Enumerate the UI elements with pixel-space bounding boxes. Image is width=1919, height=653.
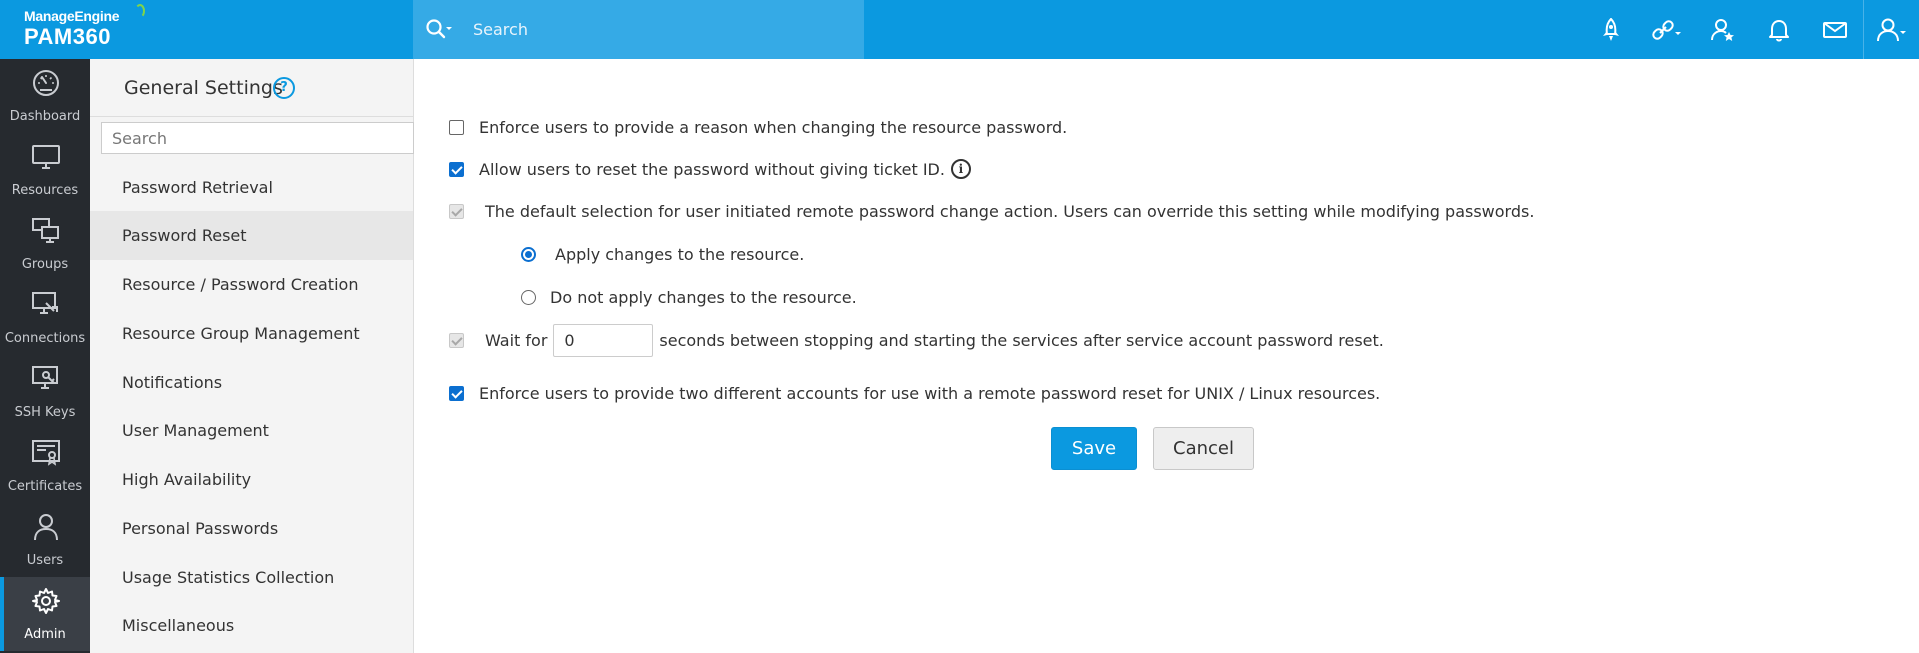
connections-icon	[32, 292, 58, 314]
apply-changes-radio[interactable]	[521, 246, 536, 262]
settings-item-resource-password-creation[interactable]: Resource / Password Creation	[90, 260, 413, 309]
ticket-checkbox[interactable]	[449, 161, 464, 177]
option-ticket-row: Allow users to reset the password withou…	[449, 157, 971, 181]
settings-item-user-management[interactable]: User Management	[90, 406, 413, 455]
settings-search-input[interactable]	[101, 122, 414, 154]
user-dropdown-icon[interactable]	[1863, 0, 1919, 59]
mail-icon[interactable]	[1807, 0, 1863, 59]
nav-groups[interactable]: Groups	[0, 207, 90, 281]
wait-suffix: seconds between stopping and starting th…	[659, 331, 1384, 350]
option-reason-row: Enforce users to provide a reason when c…	[449, 116, 1067, 138]
rocket-icon[interactable]	[1583, 0, 1639, 59]
settings-sidebar: General Settings ? Password Retrieval Pa…	[90, 59, 414, 653]
product-name: PAM360	[24, 24, 111, 49]
search-icon[interactable]	[425, 18, 452, 40]
two-accounts-checkbox[interactable]	[449, 385, 464, 401]
reason-label: Enforce users to provide a reason when c…	[479, 117, 1068, 137]
settings-item-password-reset[interactable]: Password Reset	[90, 211, 413, 260]
dashboard-icon	[33, 70, 59, 96]
logo[interactable]: ManageEngine PAM360	[0, 0, 145, 59]
nav-connections[interactable]: Connections	[0, 281, 90, 355]
settings-item-usage-statistics[interactable]: Usage Statistics Collection	[90, 553, 413, 602]
nav-label: Certificates	[7, 479, 83, 494]
nav-certificates[interactable]: Certificates	[0, 429, 90, 503]
left-nav: Dashboard Resources Groups Connections S…	[0, 59, 90, 653]
reason-checkbox[interactable]	[449, 119, 464, 135]
user-icon	[34, 514, 58, 541]
default-selection-checkbox	[449, 203, 464, 219]
settings-item-personal-passwords[interactable]: Personal Passwords	[90, 504, 413, 553]
option-wait-row: Wait for seconds between stopping and st…	[449, 323, 1384, 358]
wait-checkbox	[449, 333, 464, 348]
nav-resources[interactable]: Resources	[0, 133, 90, 207]
monitor-icon	[32, 145, 60, 169]
info-icon[interactable]: i	[950, 159, 971, 179]
nav-label: Connections	[4, 331, 86, 346]
cancel-button[interactable]: Cancel	[1153, 427, 1254, 470]
save-button[interactable]: Save	[1051, 427, 1137, 470]
do-not-apply-radio[interactable]	[521, 289, 536, 305]
nav-label: Resources	[11, 183, 79, 198]
user-star-icon[interactable]	[1695, 0, 1751, 59]
settings-title: General Settings	[124, 77, 283, 99]
two-accounts-label: Enforce users to provide two different a…	[479, 383, 1381, 403]
header-icons	[1583, 0, 1919, 59]
settings-item-password-retrieval[interactable]: Password Retrieval	[90, 163, 413, 212]
groups-icon	[32, 218, 59, 243]
global-search	[413, 0, 864, 59]
help-icon[interactable]: ?	[273, 77, 295, 99]
wait-seconds-input[interactable]	[553, 324, 654, 357]
radio-not-apply-row: Do not apply changes to the resource.	[521, 286, 857, 308]
divider	[90, 116, 413, 117]
ticket-label: Allow users to reset the password withou…	[479, 159, 945, 179]
link-dropdown-icon[interactable]	[1639, 0, 1695, 59]
nav-admin[interactable]: Admin	[0, 577, 90, 651]
bell-icon[interactable]	[1751, 0, 1807, 59]
wait-prefix: Wait for	[485, 331, 548, 350]
option-default-row: The default selection for user initiated…	[449, 200, 1534, 222]
radio-apply-row: Apply changes to the resource.	[521, 243, 804, 265]
nav-label: Users	[26, 553, 64, 568]
do-not-apply-label: Do not apply changes to the resource.	[550, 287, 857, 307]
certificates-icon	[32, 440, 60, 466]
apply-changes-label: Apply changes to the resource.	[555, 244, 805, 264]
settings-item-notifications[interactable]: Notifications	[90, 358, 413, 407]
nav-dashboard[interactable]: Dashboard	[0, 59, 90, 133]
nav-label: Admin	[24, 627, 66, 642]
nav-users[interactable]: Users	[0, 503, 90, 577]
brand-swirl-icon	[135, 4, 145, 18]
default-selection-label: The default selection for user initiated…	[485, 201, 1535, 221]
option-two-accounts-row: Enforce users to provide two different a…	[449, 382, 1380, 404]
settings-item-high-availability[interactable]: High Availability	[90, 455, 413, 504]
global-search-input[interactable]	[473, 16, 843, 42]
settings-item-resource-group-management[interactable]: Resource Group Management	[90, 309, 413, 358]
settings-item-miscellaneous[interactable]: Miscellaneous	[90, 601, 413, 650]
nav-label: Groups	[21, 257, 69, 272]
password-reset-settings: Enforce users to provide a reason when c…	[414, 59, 1919, 653]
brand-name: ManageEngine	[24, 8, 120, 24]
gear-icon	[32, 588, 60, 614]
ssh-keys-icon	[32, 366, 58, 389]
nav-ssh-keys[interactable]: SSH Keys	[0, 355, 90, 429]
nav-label: Dashboard	[9, 109, 81, 124]
top-header: ManageEngine PAM360	[0, 0, 1919, 59]
nav-label: SSH Keys	[14, 405, 76, 420]
